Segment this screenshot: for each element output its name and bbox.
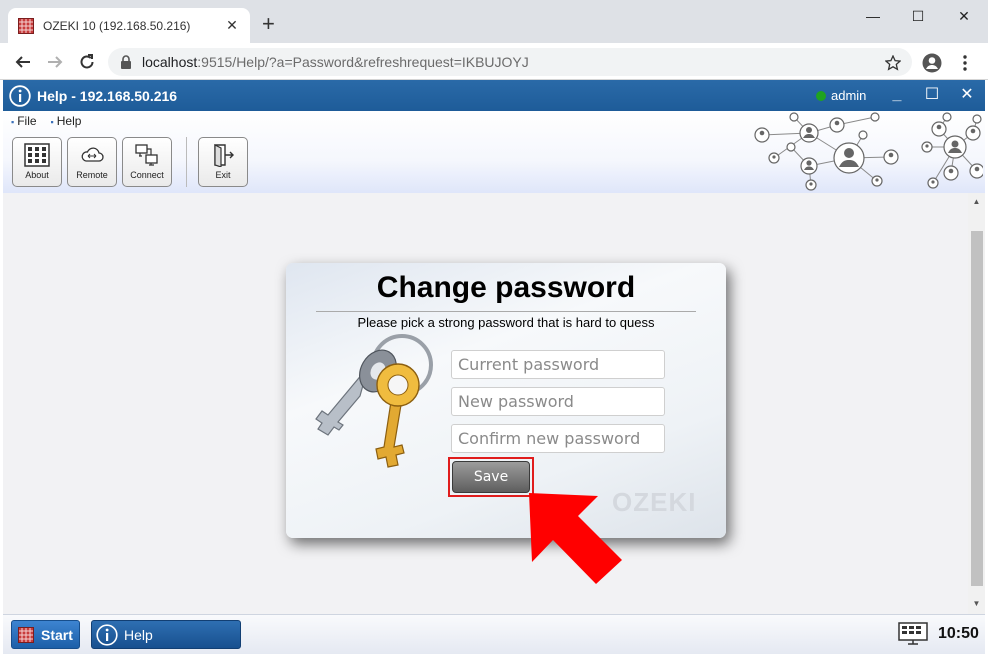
monitors-icon <box>135 144 158 166</box>
scroll-up-arrow-icon[interactable]: ▲ <box>968 197 985 206</box>
tab-close-icon[interactable]: ✕ <box>224 17 240 34</box>
start-button[interactable]: Start <box>11 620 80 649</box>
forward-arrow-icon[interactable] <box>44 51 66 73</box>
online-status-icon <box>816 91 826 101</box>
app-minimize-icon[interactable]: _ <box>887 85 907 105</box>
bookmark-star-icon[interactable] <box>883 53 903 73</box>
app-maximize-icon[interactable]: ☐ <box>922 85 942 105</box>
exit-label: Exit <box>215 170 231 180</box>
menu-help[interactable]: Help <box>51 114 82 128</box>
clock: 10:50 <box>938 625 979 642</box>
save-highlight-box: Save <box>448 457 534 497</box>
browser-toolbar: localhost:9515/Help/?a=Password&refreshr… <box>0 43 988 80</box>
remote-label: Remote <box>76 170 108 180</box>
window-minimize-icon[interactable]: — <box>850 6 896 26</box>
scroll-down-arrow-icon[interactable]: ▼ <box>968 599 985 608</box>
grid-icon <box>24 143 50 167</box>
window-close-icon[interactable]: ✕ <box>941 6 987 26</box>
menu-bar: File Help <box>11 114 81 128</box>
window-maximize-icon[interactable]: ☐ <box>895 6 941 26</box>
user-label[interactable]: admin <box>831 88 866 103</box>
new-tab-icon[interactable]: + <box>262 13 275 35</box>
dialog-divider <box>316 311 696 312</box>
browser-tab[interactable]: OZEKI 10 (192.168.50.216) ✕ <box>8 8 250 43</box>
content-area: Change password Please pick a strong pas… <box>3 193 985 614</box>
change-password-dialog: Change password Please pick a strong pas… <box>286 263 726 538</box>
about-label: About <box>25 170 49 180</box>
connect-label: Connect <box>130 170 164 180</box>
confirm-password-input[interactable] <box>451 424 665 453</box>
keys-icon <box>315 334 433 468</box>
browser-menu-icon[interactable] <box>955 53 975 73</box>
url-path: :9515/Help/?a=Password&refreshrequest=IK… <box>197 54 529 70</box>
save-button[interactable]: Save <box>452 461 530 493</box>
info-icon <box>96 623 118 646</box>
browser-tabstrip: OZEKI 10 (192.168.50.216) ✕ + — ☐ ✕ <box>0 0 988 43</box>
dialog-subtitle: Please pick a strong password that is ha… <box>357 315 655 330</box>
about-button[interactable]: About <box>12 137 62 187</box>
start-label: Start <box>41 626 73 643</box>
app-header: Help - 192.168.50.216 admin _ ☐ ✕ <box>3 80 985 111</box>
taskbar: Start Help 10:50 <box>3 614 985 654</box>
network-nodes <box>754 112 983 191</box>
info-icon <box>9 84 31 107</box>
vertical-scrollbar[interactable]: ▲ ▼ <box>968 193 985 614</box>
ozeki-start-icon <box>18 626 34 643</box>
desktop-monitor-icon[interactable] <box>898 622 928 646</box>
toolbar-area: File Help About Remote Connect Exit <box>3 111 985 193</box>
profile-avatar-icon[interactable] <box>922 53 942 73</box>
connect-button[interactable]: Connect <box>122 137 172 187</box>
app-close-icon[interactable]: ✕ <box>957 85 977 105</box>
network-graphic-icon <box>754 112 983 191</box>
current-password-input[interactable] <box>451 350 665 379</box>
back-arrow-icon[interactable] <box>12 51 34 73</box>
lock-icon <box>120 55 132 69</box>
address-bar[interactable]: localhost:9515/Help/?a=Password&refreshr… <box>108 48 912 76</box>
ozeki-favicon-icon <box>18 17 34 34</box>
exit-button[interactable]: Exit <box>198 137 248 187</box>
exit-door-icon <box>214 144 234 167</box>
app-header-title: Help - 192.168.50.216 <box>37 87 178 104</box>
taskbar-help-item[interactable]: Help <box>91 620 241 649</box>
tab-title: OZEKI 10 (192.168.50.216) <box>43 18 191 33</box>
scroll-thumb[interactable] <box>971 231 983 586</box>
cloud-arrows-icon <box>81 147 104 162</box>
new-password-input[interactable] <box>451 387 665 416</box>
red-pointer-arrow-icon <box>529 493 622 584</box>
reload-icon[interactable] <box>76 51 98 73</box>
url-host: localhost <box>142 54 198 70</box>
menu-file[interactable]: File <box>11 114 36 128</box>
dialog-title: Change password <box>376 271 636 304</box>
taskbar-help-label: Help <box>124 626 153 643</box>
toolbar-separator <box>186 137 187 187</box>
remote-button[interactable]: Remote <box>67 137 117 187</box>
